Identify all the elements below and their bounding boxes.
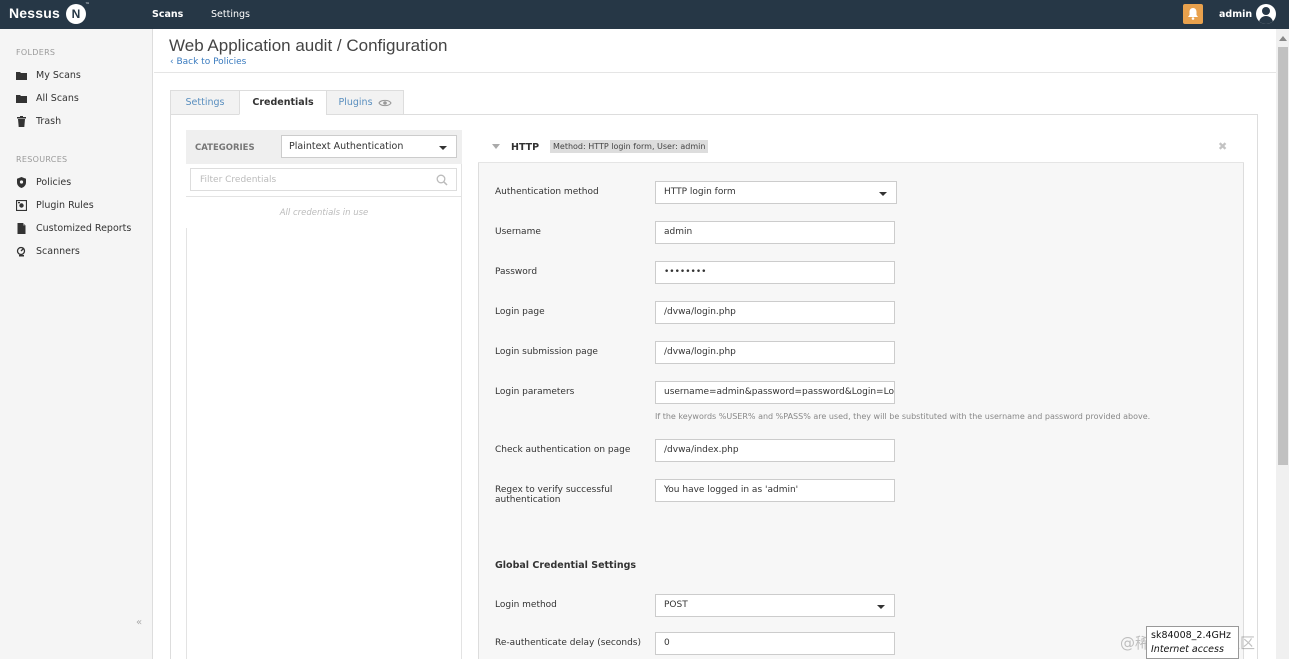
- sidebar-item-label: Scanners: [36, 245, 80, 257]
- tab-label: Credentials: [252, 97, 314, 108]
- categories-select[interactable]: Plaintext Authentication: [281, 135, 457, 158]
- regex-field[interactable]: You have logged in as 'admin': [655, 479, 895, 502]
- bell-icon: [1188, 8, 1198, 20]
- trash-icon: [17, 115, 26, 127]
- auth-method-select[interactable]: HTTP login form: [655, 181, 897, 204]
- login-method-value: POST: [664, 600, 688, 610]
- user-name[interactable]: admin: [1219, 9, 1252, 20]
- sidebar-item-all-scans[interactable]: All Scans: [16, 91, 79, 105]
- login-submission-label: Login submission page: [495, 347, 598, 357]
- categories-selected-value: Plaintext Authentication: [289, 141, 404, 152]
- sidebar-item-policies[interactable]: Policies: [16, 175, 71, 189]
- chevron-down-icon: [879, 192, 887, 196]
- login-method-select[interactable]: POST: [655, 594, 895, 617]
- nav-settings[interactable]: Settings: [211, 9, 250, 20]
- login-page-label: Login page: [495, 307, 545, 317]
- divider: [186, 228, 187, 659]
- brand-trademark: ™: [85, 2, 90, 8]
- http-title: HTTP: [511, 142, 540, 153]
- login-page-field[interactable]: /dvwa/login.php: [655, 301, 895, 324]
- scrollbar-thumb[interactable]: [1278, 47, 1288, 465]
- tab-label: Settings: [185, 97, 225, 108]
- check-auth-field[interactable]: /dvwa/index.php: [655, 439, 895, 462]
- sidebar-item-plugin-rules[interactable]: Plugin Rules: [16, 198, 94, 212]
- login-parameters-hint: If the keywords %USER% and %PASS% are us…: [655, 412, 1151, 421]
- sidebar-item-scanners[interactable]: Scanners: [16, 244, 80, 258]
- network-tooltip: sk84008_2.4GHz Internet access: [1146, 626, 1239, 659]
- sidebar: FOLDERS My Scans All Scans Trash RESOURC…: [0, 29, 153, 659]
- search-icon: [436, 174, 448, 186]
- close-icon[interactable]: ✖: [1218, 140, 1227, 153]
- brand-logo[interactable]: Nessus: [9, 5, 60, 21]
- auth-method-value: HTTP login form: [664, 187, 736, 197]
- username-field[interactable]: admin: [655, 221, 895, 244]
- sidebar-item-label: My Scans: [36, 69, 81, 81]
- eye-icon: [377, 99, 392, 106]
- password-label: Password: [495, 267, 538, 277]
- http-summary-badge: Method: HTTP login form, User: admin: [550, 140, 709, 153]
- sidebar-collapse-button[interactable]: «: [136, 617, 142, 628]
- report-icon: [17, 222, 26, 234]
- login-submission-field[interactable]: /dvwa/login.php: [655, 341, 895, 364]
- chevron-down-icon: [439, 146, 447, 150]
- nav-scans[interactable]: Scans: [152, 9, 183, 20]
- folder-icon: [16, 71, 27, 80]
- resources-heading: RESOURCES: [16, 155, 68, 164]
- categories-label: CATEGORIES: [195, 143, 255, 153]
- shield-icon: [17, 176, 26, 188]
- tab-settings[interactable]: Settings: [170, 90, 240, 115]
- collapse-toggle-icon[interactable]: [492, 144, 500, 149]
- title-divider: [154, 72, 1276, 73]
- reauth-delay-field[interactable]: 0: [655, 632, 895, 655]
- scroll-up-arrow-icon[interactable]: [1279, 36, 1287, 41]
- regex-label-line1: Regex to verify successful: [495, 485, 613, 495]
- sidebar-item-my-scans[interactable]: My Scans: [16, 68, 81, 82]
- chevron-down-icon: [877, 605, 885, 609]
- regex-label-line2: authentication: [495, 495, 561, 505]
- network-name: sk84008_2.4GHz: [1151, 630, 1232, 641]
- tab-plugins[interactable]: Plugins: [326, 90, 404, 115]
- top-bar: Nessus N ™ Scans Settings admin: [0, 0, 1289, 29]
- auth-method-label: Authentication method: [495, 187, 599, 197]
- filter-credentials-input[interactable]: Filter Credentials: [190, 168, 457, 191]
- sidebar-item-label: Customized Reports: [36, 222, 132, 234]
- network-status: Internet access: [1151, 644, 1224, 655]
- brand-badge: N: [66, 4, 86, 24]
- folders-heading: FOLDERS: [16, 48, 56, 57]
- page-title: Web Application audit / Configuration: [169, 36, 448, 55]
- sidebar-item-label: Trash: [36, 115, 62, 127]
- user-avatar-icon[interactable]: [1256, 4, 1276, 24]
- login-method-label: Login method: [495, 600, 557, 610]
- sidebar-item-customized-reports[interactable]: Customized Reports: [16, 221, 131, 235]
- scanner-icon: [16, 246, 26, 256]
- global-settings-title: Global Credential Settings: [495, 560, 637, 571]
- login-parameters-label: Login parameters: [495, 387, 575, 397]
- sidebar-item-label: All Scans: [36, 92, 79, 104]
- folder-icon: [16, 94, 27, 103]
- tab-credentials[interactable]: Credentials: [239, 90, 327, 115]
- login-parameters-field[interactable]: username=admin&password=password&Login=L…: [655, 381, 895, 404]
- reauth-delay-label: Re-authenticate delay (seconds): [495, 638, 642, 648]
- sidebar-item-label: Policies: [36, 176, 72, 188]
- divider: [186, 196, 462, 197]
- tab-label: Plugins: [338, 97, 373, 108]
- check-auth-label: Check authentication on page: [495, 445, 631, 455]
- sidebar-item-label: Plugin Rules: [36, 199, 94, 211]
- back-to-policies-link[interactable]: ‹ Back to Policies: [170, 57, 246, 67]
- credentials-note: All credentials in use: [279, 208, 369, 218]
- plugin-rules-icon: [16, 199, 27, 211]
- password-field[interactable]: ••••••••: [655, 261, 895, 284]
- sidebar-item-trash[interactable]: Trash: [16, 114, 61, 128]
- filter-placeholder: Filter Credentials: [200, 175, 277, 185]
- notifications-button[interactable]: [1183, 4, 1203, 24]
- username-label: Username: [495, 227, 541, 237]
